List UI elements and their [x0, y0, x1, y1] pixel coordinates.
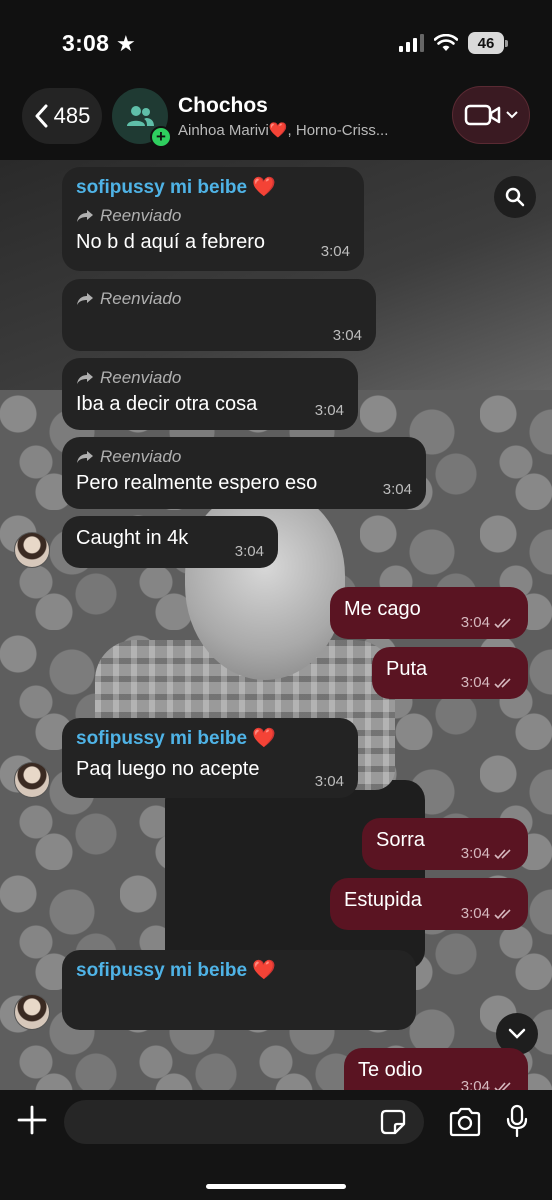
signal-icon — [399, 34, 424, 52]
sender-avatar[interactable] — [14, 532, 50, 568]
message-time: 3:04 — [314, 402, 344, 419]
back-button[interactable]: 485 — [22, 88, 102, 144]
chevron-down-icon — [506, 111, 518, 119]
sticker-icon[interactable] — [380, 1109, 406, 1135]
message-time: 3:04 — [382, 481, 412, 498]
forwarded-label: Reenviado — [76, 447, 412, 467]
composer-bar — [0, 1090, 552, 1200]
wallpaper-pants — [165, 780, 425, 970]
message-bubble[interactable]: Reenviado 3:04 — [62, 279, 376, 351]
message-bubble[interactable]: Sorra 3:04 — [362, 818, 528, 870]
message-bubble[interactable]: sofipussy mi beibe ❤️ Paq luego no acept… — [62, 718, 358, 798]
message-bubble[interactable]: Te odio 3:04 — [344, 1048, 528, 1090]
message-bubble[interactable]: Puta 3:04 — [372, 647, 528, 699]
wifi-icon — [434, 34, 458, 51]
message-bubble[interactable]: Reenviado Pero realmente espero eso 3:04 — [62, 437, 426, 509]
unread-count: 485 — [53, 103, 91, 128]
microphone-icon[interactable] — [505, 1104, 529, 1138]
chat-members[interactable]: Ainhoa Marivi❤️, Horno-Criss... — [178, 121, 428, 139]
message-text: No b d aquí a febrero — [76, 231, 266, 254]
status-icons: 46 — [399, 32, 508, 54]
forwarded-label: Reenviado — [76, 368, 344, 388]
read-check-icon — [494, 909, 511, 920]
sender-name[interactable]: sofipussy mi beibe ❤️ — [76, 728, 344, 751]
message-text: Paq luego no acepte — [76, 757, 260, 780]
sender-name[interactable]: sofipussy mi beibe ❤️ — [76, 177, 350, 200]
message-bubble[interactable]: Caught in 4k 3:04 — [62, 516, 278, 568]
forward-arrow-icon — [77, 209, 93, 222]
message-text: Pero realmente espero eso — [76, 472, 318, 495]
plus-icon[interactable] — [16, 1104, 48, 1136]
forward-arrow-icon — [77, 372, 93, 385]
home-indicator — [206, 1184, 346, 1189]
forwarded-label: Reenviado — [76, 289, 362, 309]
read-check-icon — [494, 849, 511, 860]
message-time: 3:04 — [461, 905, 514, 923]
message-time: 3:04 — [461, 1078, 514, 1090]
video-call-button[interactable] — [452, 86, 530, 144]
message-time: 3:04 — [461, 845, 514, 863]
message-input[interactable] — [64, 1100, 424, 1144]
message-time: 3:04 — [234, 543, 264, 560]
read-check-icon — [494, 1082, 511, 1090]
search-icon — [505, 187, 525, 207]
battery-indicator: 46 — [468, 32, 508, 54]
message-time: 3:04 — [461, 674, 514, 692]
group-avatar[interactable]: + — [112, 88, 172, 148]
sender-avatar[interactable] — [14, 994, 50, 1030]
video-camera-icon — [464, 104, 501, 126]
message-time: 3:04 — [332, 327, 362, 344]
message-bubble[interactable]: sofipussy mi beibe ❤️ Reenviado No b d a… — [62, 167, 364, 271]
forwarded-label: Reenviado — [76, 206, 350, 226]
message-bubble[interactable]: Estupida 3:04 — [330, 878, 528, 930]
add-member-badge: + — [150, 126, 172, 148]
message-time: 3:04 — [314, 773, 344, 790]
sender-avatar[interactable] — [14, 762, 50, 798]
chat-header: 485 + Chochos Ainhoa Marivi❤️, Horno-Cri… — [0, 86, 552, 160]
camera-icon[interactable] — [448, 1107, 482, 1137]
message-bubble[interactable]: Me cago 3:04 — [330, 587, 528, 639]
forward-arrow-icon — [77, 293, 93, 306]
status-time: 3:08 ★ — [62, 30, 136, 56]
search-button[interactable] — [494, 176, 536, 218]
chevron-down-icon — [508, 1028, 526, 1039]
message-bubble[interactable]: Reenviado Iba a decir otra cosa 3:04 — [62, 358, 358, 430]
chevron-left-icon — [35, 104, 48, 128]
message-text: Iba a decir otra cosa — [76, 393, 258, 416]
message-time: 3:04 — [320, 243, 350, 260]
read-check-icon — [494, 678, 511, 689]
group-icon — [127, 106, 154, 126]
message-bubble[interactable]: sofipussy mi beibe ❤️ — [62, 950, 416, 1030]
sender-name[interactable]: sofipussy mi beibe ❤️ — [76, 960, 402, 983]
status-bar: 3:08 ★ 46 — [0, 0, 552, 86]
chat-title[interactable]: Chochos — [178, 94, 268, 118]
message-time: 3:04 — [461, 614, 514, 632]
read-check-icon — [494, 618, 511, 629]
star-icon: ★ — [115, 31, 136, 56]
forward-arrow-icon — [77, 451, 93, 464]
